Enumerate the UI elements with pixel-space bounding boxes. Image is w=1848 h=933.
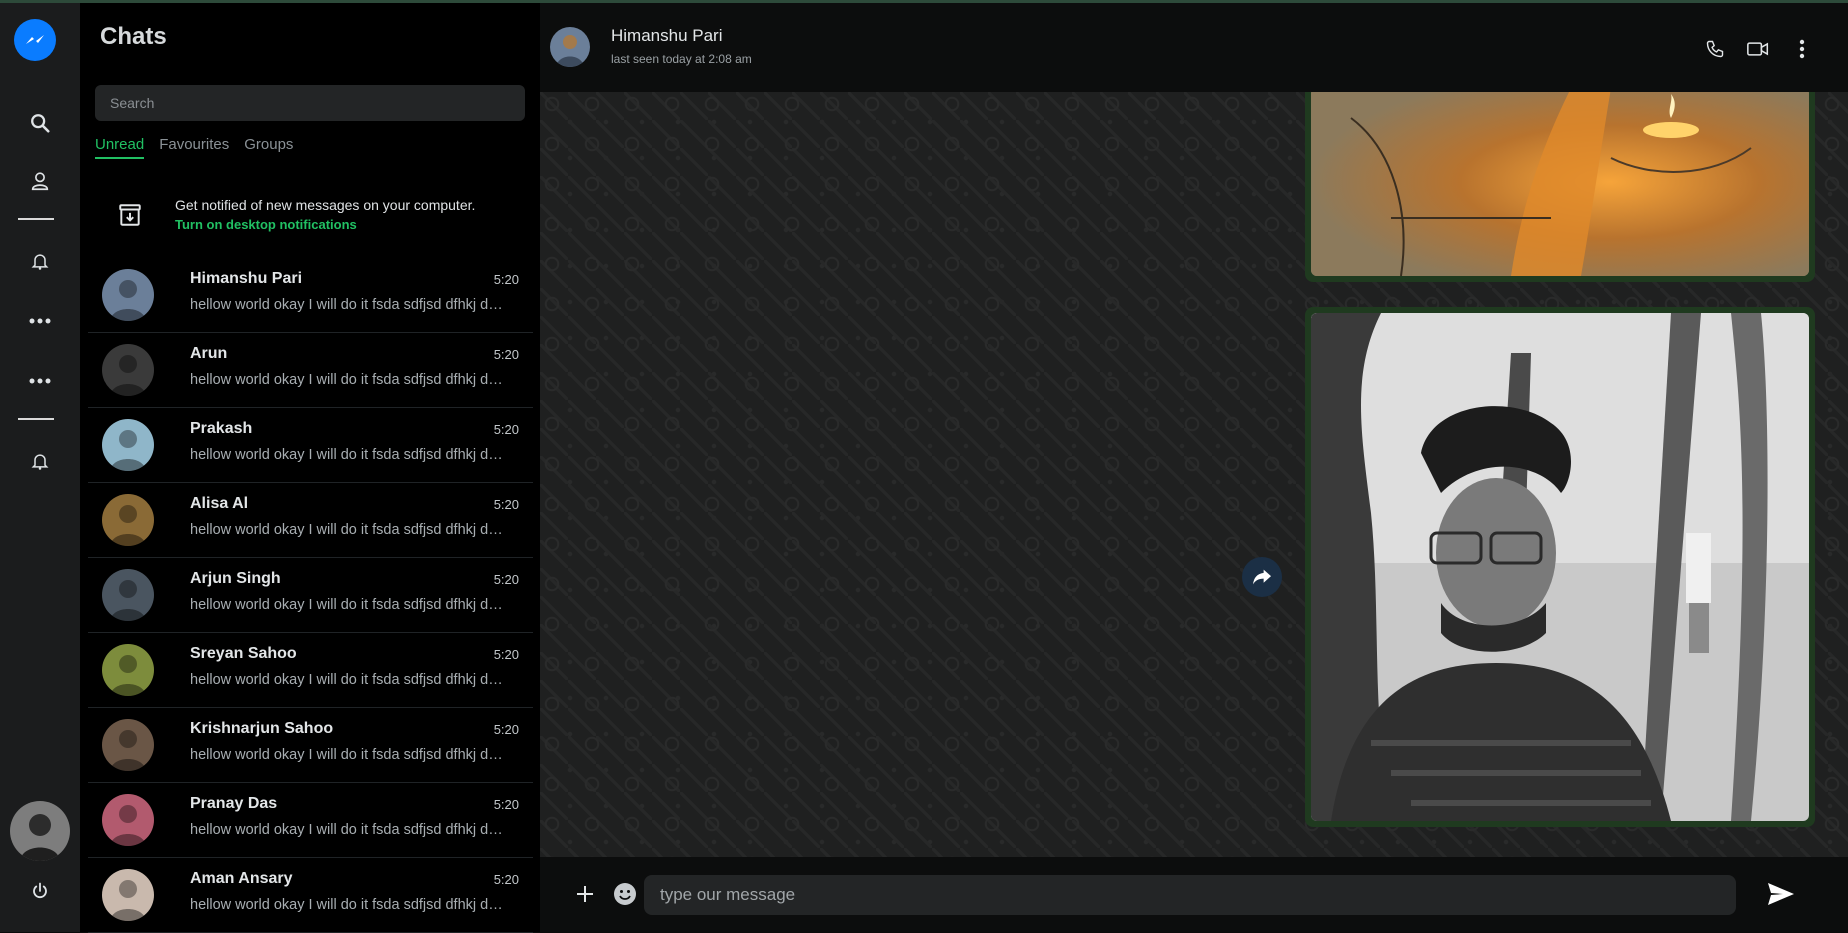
chat-list-item[interactable]: Krishnarjun Sahoo 5:20 hellow world okay I… bbox=[88, 708, 533, 783]
image-message[interactable] bbox=[1305, 92, 1815, 282]
chat-list-item[interactable]: Arjun Singh 5:20 hellow world okay I will … bbox=[88, 558, 533, 633]
notification-banner: Get notified of new messages on your com… bbox=[95, 175, 525, 255]
avatar bbox=[102, 269, 154, 321]
chat-name: Alisa Al bbox=[190, 494, 249, 512]
chat-preview: hellow world okay I will do it fsda sdfj… bbox=[190, 746, 505, 763]
chat-list: Himanshu Pari 5:20 hellow world okay I wil… bbox=[88, 258, 533, 933]
chat-preview: hellow world okay I will do it fsda sdfj… bbox=[190, 296, 505, 313]
chat-time: 5:20 bbox=[493, 496, 519, 512]
messenger-logo-icon[interactable] bbox=[14, 19, 56, 61]
message-composer bbox=[540, 857, 1848, 932]
more-dots-icon[interactable] bbox=[20, 301, 60, 341]
chat-list-item[interactable]: Aman Ansary 5:20 hellow world okay I will … bbox=[88, 858, 533, 933]
archive-download-icon bbox=[95, 202, 165, 228]
chat-time: 5:20 bbox=[493, 721, 519, 737]
avatar bbox=[102, 794, 154, 846]
search-icon[interactable] bbox=[20, 103, 60, 143]
selfie-image bbox=[1311, 313, 1809, 821]
chat-list-item[interactable]: Alisa Al 5:20 hellow world okay I will do … bbox=[88, 483, 533, 558]
chat-preview: hellow world okay I will do it fsda sdfj… bbox=[190, 596, 505, 613]
chat-preview: hellow world okay I will do it fsda sdfj… bbox=[190, 521, 505, 538]
avatar bbox=[102, 719, 154, 771]
rail-divider bbox=[18, 218, 54, 220]
chat-name: Prakash bbox=[190, 419, 253, 437]
chat-name: Arjun Singh bbox=[190, 569, 281, 587]
avatar bbox=[102, 494, 154, 546]
chat-preview: hellow world okay I will do it fsda sdfj… bbox=[190, 821, 505, 838]
send-icon[interactable] bbox=[1763, 879, 1799, 909]
chat-name: Pranay Das bbox=[190, 794, 278, 812]
avatar bbox=[102, 644, 154, 696]
power-icon[interactable] bbox=[20, 871, 60, 911]
chat-preview: hellow world okay I will do it fsda sdfj… bbox=[190, 371, 505, 388]
image-message[interactable] bbox=[1305, 307, 1815, 827]
contact-name[interactable]: Himanshu Pari bbox=[611, 26, 723, 46]
chat-preview: hellow world okay I will do it fsda sdfj… bbox=[190, 896, 505, 913]
conversation-header: Himanshu Pari last seen today at 2:08 am bbox=[540, 3, 1848, 92]
tab-groups[interactable]: Groups bbox=[244, 136, 293, 159]
avatar bbox=[102, 869, 154, 921]
chat-list-item[interactable]: Sreyan Sahoo 5:20 hellow world okay I will… bbox=[88, 633, 533, 708]
avatar bbox=[102, 419, 154, 471]
forward-icon[interactable] bbox=[1242, 557, 1282, 597]
bell-icon[interactable] bbox=[20, 241, 60, 281]
search-input[interactable] bbox=[95, 85, 525, 121]
attach-plus-icon[interactable] bbox=[570, 879, 600, 909]
candle-art-image bbox=[1311, 92, 1809, 276]
chat-list-item[interactable]: Arun 5:20 hellow world okay I will do it f… bbox=[88, 333, 533, 408]
panel-title: Chats bbox=[100, 23, 167, 50]
more-dots-icon[interactable] bbox=[20, 361, 60, 401]
chat-time: 5:20 bbox=[493, 646, 519, 662]
bell-icon[interactable] bbox=[20, 441, 60, 481]
chat-time: 5:20 bbox=[493, 571, 519, 587]
chat-time: 5:20 bbox=[493, 271, 519, 287]
chat-name: Aman Ansary bbox=[190, 869, 293, 887]
avatar bbox=[102, 569, 154, 621]
chat-preview: hellow world okay I will do it fsda sdfj… bbox=[190, 671, 505, 688]
chat-time: 5:20 bbox=[493, 421, 519, 437]
last-seen-status: last seen today at 2:08 am bbox=[611, 52, 752, 66]
nav-rail bbox=[0, 3, 80, 932]
chat-time: 5:20 bbox=[493, 796, 519, 812]
chat-list-item[interactable]: Pranay Das 5:20 hellow world okay I will d… bbox=[88, 783, 533, 858]
notification-text: Get notified of new messages on your com… bbox=[175, 197, 476, 213]
chat-time: 5:20 bbox=[493, 871, 519, 887]
message-input[interactable] bbox=[644, 875, 1736, 915]
emoji-icon[interactable] bbox=[610, 879, 640, 909]
tab-favourites[interactable]: Favourites bbox=[159, 136, 229, 159]
conversation-pane: Himanshu Pari last seen today at 2:08 am bbox=[540, 3, 1848, 932]
chat-name: Arun bbox=[190, 344, 228, 362]
voice-call-icon[interactable] bbox=[1701, 35, 1729, 63]
video-call-icon[interactable] bbox=[1744, 35, 1772, 63]
tab-unread[interactable]: Unread bbox=[95, 136, 145, 159]
contact-avatar[interactable] bbox=[550, 27, 590, 67]
more-options-icon[interactable] bbox=[1788, 35, 1816, 63]
chat-preview: hellow world okay I will do it fsda sdfj… bbox=[190, 446, 505, 463]
chat-list-item[interactable]: Prakash 5:20 hellow world okay I will do i… bbox=[88, 408, 533, 483]
chat-time: 5:20 bbox=[493, 346, 519, 362]
rail-divider bbox=[18, 418, 54, 420]
chat-name: Himanshu Pari bbox=[190, 269, 303, 287]
chat-list-panel: Chats Unread Favourites Groups Get notif… bbox=[80, 3, 540, 933]
chat-name: Krishnarjun Sahoo bbox=[190, 719, 334, 737]
message-area bbox=[540, 92, 1848, 857]
my-avatar[interactable] bbox=[10, 801, 70, 861]
user-icon[interactable] bbox=[20, 161, 60, 201]
chat-name: Sreyan Sahoo bbox=[190, 644, 297, 662]
enable-notifications-link[interactable]: Turn on desktop notifications bbox=[175, 215, 475, 234]
chat-list-item[interactable]: Himanshu Pari 5:20 hellow world okay I wil… bbox=[88, 258, 533, 333]
filter-tabs: Unread Favourites Groups bbox=[95, 136, 293, 159]
avatar bbox=[102, 344, 154, 396]
